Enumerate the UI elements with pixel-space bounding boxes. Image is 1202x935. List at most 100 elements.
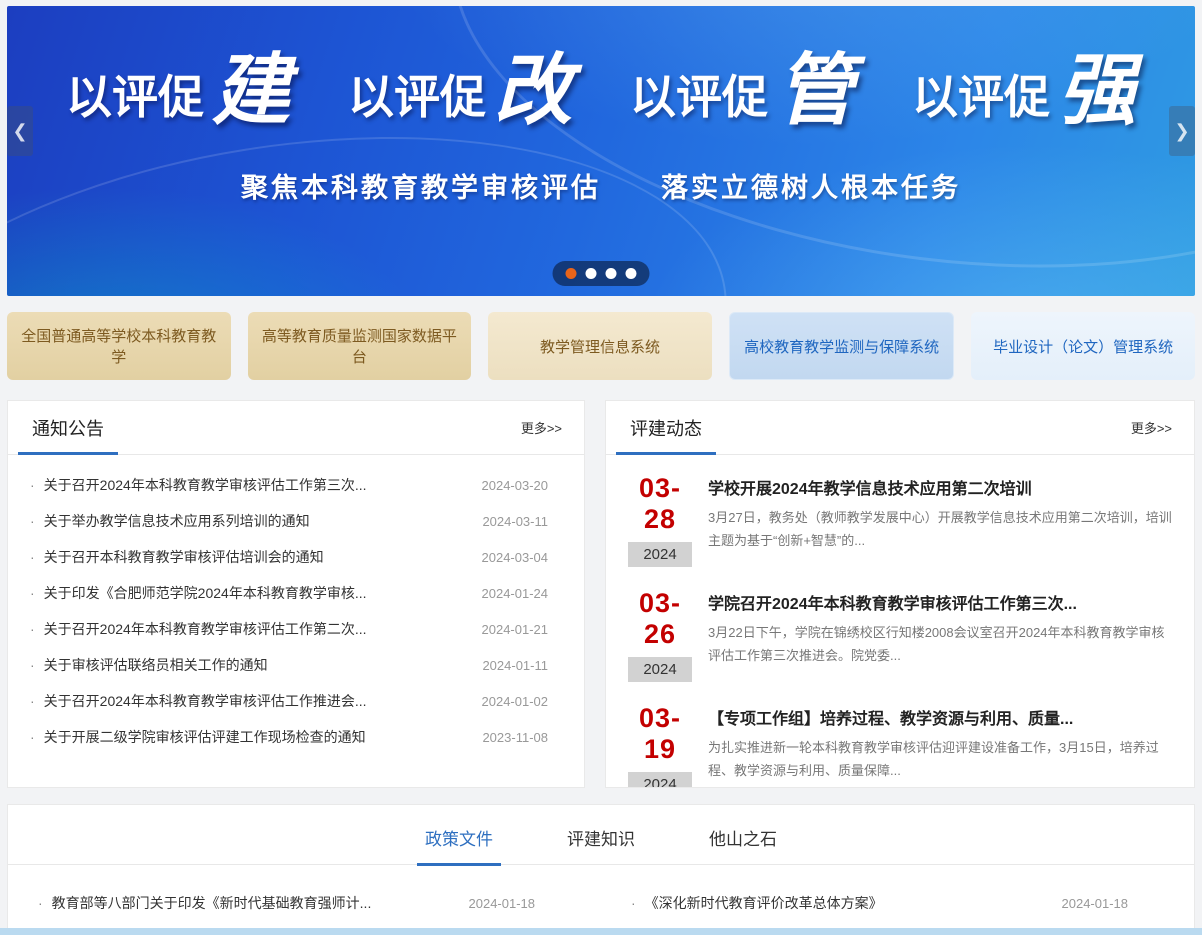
news-item-summary: 3月22日下午，学院在锦绣校区行知楼2008会议室召开2024年本科教育教学审核… [708,622,1172,668]
quick-link-teaching-mis[interactable]: 教学管理信息系统 [488,312,712,380]
carousel-dot-4[interactable] [626,268,637,279]
policy-item-date: 2024-01-18 [469,896,572,911]
carousel-next-button[interactable]: ❯ [1169,106,1195,156]
notice-text: 关于召开本科教育教学审核评估培训会的通知 [44,547,470,567]
news-body: 【专项工作组】培养过程、教学资源与利用、质量... 为扎实推进新一轮本科教育教学… [708,703,1172,788]
news-title: 评建动态 [628,401,704,454]
bullet-icon: · [30,513,35,529]
banner-phrase-text: 以评促 [66,68,204,128]
notice-date: 2024-03-20 [482,478,563,493]
notice-text: 关于举办教学信息技术应用系列培训的通知 [44,511,471,531]
news-year: 2024 [628,772,692,788]
tab-other-examples[interactable]: 他山之石 [701,825,785,866]
notice-text: 关于召开2024年本科教育教学审核评估工作第三次... [44,475,470,495]
policy-tabs: 政策文件 评建知识 他山之石 [8,825,1194,865]
policy-lists: · 教育部等八部门关于印发《新时代基础教育强师计... 2024-01-18 ·… [8,865,1194,935]
news-item-title: 学校开展2024年教学信息技术应用第二次培训 [708,475,1172,499]
notice-text: 关于召开2024年本科教育教学审核评估工作第二次... [44,619,470,639]
news-header: 评建动态 更多>> [606,401,1194,455]
banner-phrase: 以评促建 [66,54,290,128]
bullet-icon: · [38,895,43,911]
main-columns: 通知公告 更多>> ·关于召开2024年本科教育教学审核评估工作第三次...20… [7,400,1195,788]
chevron-right-icon: ❯ [1174,121,1189,142]
notice-item[interactable]: ·关于召开2024年本科教育教学审核评估工作第三次...2024-03-20 [30,467,562,503]
notice-date: 2024-01-21 [482,622,563,637]
news-item[interactable]: 03-26 2024 学院召开2024年本科教育教学审核评估工作第三次... 3… [628,588,1172,682]
news-body: 学校开展2024年教学信息技术应用第二次培训 3月27日，教务处（教师教学发展中… [708,473,1172,567]
news-month-day: 03-19 [628,703,692,765]
tab-evaluation-knowledge[interactable]: 评建知识 [559,825,643,866]
carousel-dot-1[interactable] [566,268,577,279]
policy-item-text: 《深化新时代教育评价改革总体方案》 [645,893,1048,913]
quick-link-thesis-system[interactable]: 毕业设计（论文）管理系统 [971,312,1195,380]
bullet-icon: · [30,693,35,709]
banner-phrase-calligraphy: 建 [212,54,290,128]
banner-title: 以评促建 以评促改 以评促管 以评促强 [7,54,1195,128]
bullet-icon: · [30,657,35,673]
banner-phrase-text: 以评促 [630,68,768,128]
banner-phrase-calligraphy: 管 [776,54,854,128]
quick-link-monitor-guarantee-system[interactable]: 高校教育教学监测与保障系统 [729,312,955,380]
news-date-block: 03-26 2024 [628,588,692,682]
notices-more-link[interactable]: 更多>> [521,418,562,437]
carousel-dot-2[interactable] [586,268,597,279]
policy-item-date: 2024-01-18 [1062,896,1165,911]
news-list: 03-28 2024 学校开展2024年教学信息技术应用第二次培训 3月27日，… [606,455,1194,788]
chevron-left-icon: ❮ [12,121,27,142]
news-date-block: 03-28 2024 [628,473,692,567]
news-item-title: 学院召开2024年本科教育教学审核评估工作第三次... [708,590,1172,614]
notice-text: 关于印发《合肥师范学院2024年本科教育教学审核... [44,583,470,603]
notice-date: 2024-03-04 [482,550,563,565]
notice-item[interactable]: · 关于举办教学信息技术应用系列培训的通知 2024-03-11 [30,503,562,539]
notice-date: 2024-03-11 [482,514,562,529]
banner-phrase-text: 以评促 [912,68,1050,128]
news-date-block: 03-19 2024 [628,703,692,788]
banner-phrase: 以评促改 [348,54,572,128]
notice-item[interactable]: ·关于审核评估联络员相关工作的通知2024-01-11 [30,647,562,683]
banner-phrase: 以评促管 [630,54,854,128]
banner-subtitle: 聚焦本科教育教学审核评估 落实立德树人根本任务 [7,166,1195,205]
bullet-icon: · [30,549,35,565]
notice-text: 关于召开2024年本科教育教学审核评估工作推进会... [44,691,470,711]
quick-links-row: 全国普通高等学校本科教育教学 高等教育质量监测国家数据平台 教学管理信息系统 高… [7,312,1195,380]
bullet-icon: · [30,585,35,601]
banner-phrase-text: 以评促 [348,68,486,128]
policy-item-text: 教育部等八部门关于印发《新时代基础教育强师计... [52,893,455,913]
footer-strip [0,928,1202,935]
news-item[interactable]: 03-19 2024 【专项工作组】培养过程、教学资源与利用、质量... 为扎实… [628,703,1172,788]
banner-phrase-calligraphy: 强 [1058,54,1136,128]
news-panel: 评建动态 更多>> 03-28 2024 学校开展2024年教学信息技术应用第二… [605,400,1195,788]
homepage: 以评促建 以评促改 以评促管 以评促强 聚焦本科教育教学审核评估 落实立德树人根… [0,0,1202,935]
carousel-prev-button[interactable]: ❮ [7,106,33,156]
notice-item[interactable]: · 关于召开本科教育教学审核评估培训会的通知 2024-03-04 [30,539,562,575]
carousel-dot-3[interactable] [606,268,617,279]
notice-item[interactable]: ·关于开展二级学院审核评估评建工作现场检查的通知2023-11-08 [30,719,562,755]
policy-item[interactable]: · 教育部等八部门关于印发《新时代基础教育强师计... 2024-01-18 [38,893,571,913]
notice-item[interactable]: ·关于召开2024年本科教育教学审核评估工作第二次...2024-01-21 [30,611,562,647]
news-month-day: 03-26 [628,588,692,650]
policy-section: 政策文件 评建知识 他山之石 · 教育部等八部门关于印发《新时代基础教育强师计.… [7,804,1195,935]
news-item-title: 【专项工作组】培养过程、教学资源与利用、质量... [708,705,1172,729]
banner-phrase: 以评促强 [912,54,1136,128]
banner-carousel: 以评促建 以评促改 以评促管 以评促强 聚焦本科教育教学审核评估 落实立德树人根… [7,6,1195,296]
quick-link-national-undergrad-teaching[interactable]: 全国普通高等学校本科教育教学 [7,312,231,380]
notices-panel: 通知公告 更多>> ·关于召开2024年本科教育教学审核评估工作第三次...20… [7,400,585,788]
carousel-dots [553,261,650,286]
news-year: 2024 [628,657,692,682]
bullet-icon: · [631,895,636,911]
banner-phrase-calligraphy: 改 [494,54,572,128]
quick-link-quality-data-platform[interactable]: 高等教育质量监测国家数据平台 [248,312,472,380]
tab-policy-documents[interactable]: 政策文件 [417,825,501,866]
policy-item[interactable]: · 《深化新时代教育评价改革总体方案》 2024-01-18 [631,893,1164,913]
news-more-link[interactable]: 更多>> [1131,418,1172,437]
news-item-summary: 为扎实推进新一轮本科教育教学审核评估迎评建设准备工作，3月15日，培养过程、教学… [708,737,1172,783]
news-item[interactable]: 03-28 2024 学校开展2024年教学信息技术应用第二次培训 3月27日，… [628,473,1172,567]
notice-item[interactable]: · 关于召开2024年本科教育教学审核评估工作推进会... 2024-01-02 [30,683,562,719]
notice-item[interactable]: ·关于印发《合肥师范学院2024年本科教育教学审核...2024-01-24 [30,575,562,611]
news-year: 2024 [628,542,692,567]
notice-date: 2024-01-02 [482,694,563,709]
news-body: 学院召开2024年本科教育教学审核评估工作第三次... 3月22日下午，学院在锦… [708,588,1172,682]
notice-text: 关于审核评估联络员相关工作的通知 [44,655,471,675]
notice-list: · 关于召开2024年本科教育教学审核评估工作第三次... 2024-03-20 ·… [8,455,584,755]
notice-text: 关于开展二级学院审核评估评建工作现场检查的通知 [44,727,471,747]
